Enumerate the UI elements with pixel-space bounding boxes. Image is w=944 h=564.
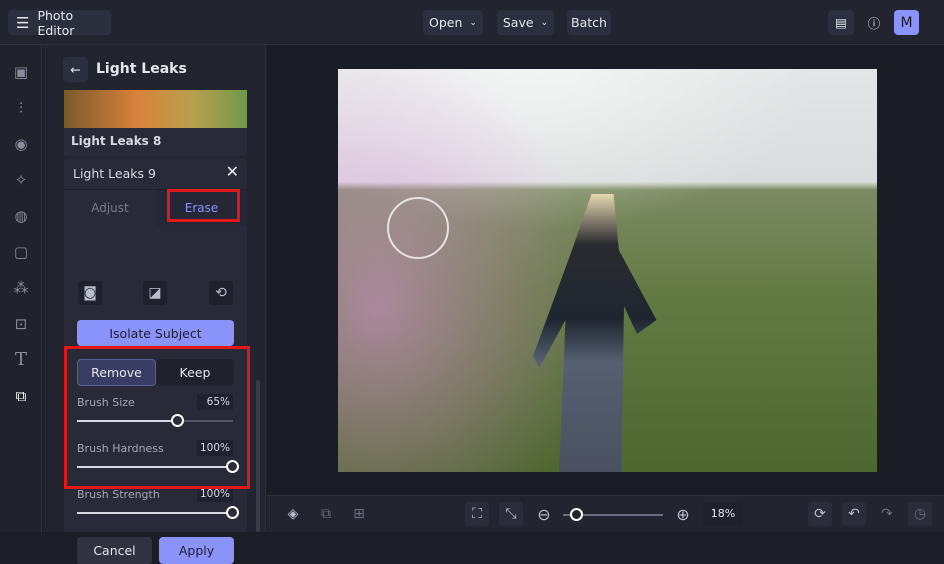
brush-cursor bbox=[387, 197, 449, 259]
app-title: Photo Editor bbox=[37, 7, 75, 38]
subject-icon[interactable]: ◙ bbox=[78, 281, 102, 305]
tool-rail: ▣ ⫶ ◉ ✧ ◍ ▢ ⁂ ⊡ T ⧉ bbox=[0, 45, 42, 532]
redo-icon[interactable]: ↷ bbox=[875, 502, 899, 526]
erase-tab-highlight bbox=[167, 189, 240, 222]
top-bar: ☰ Photo Editor Open ⌄ Save ⌄ Batch ▤ ⓘ M bbox=[0, 0, 944, 45]
zoom-in-icon[interactable]: ⊕ bbox=[671, 502, 695, 526]
save-button[interactable]: Save ⌄ bbox=[497, 10, 554, 35]
shapes-icon[interactable]: ⁂ bbox=[11, 278, 31, 298]
bottom-toolbar: ◈ ⧉ ⊞ ⛶ ⤡ ⊖ ⊕ 18% ⟳ ↶ ↷ ◷ bbox=[267, 495, 944, 532]
panel-scrollbar[interactable] bbox=[256, 380, 260, 532]
tab-adjust[interactable]: Adjust bbox=[64, 190, 156, 226]
zoom-level[interactable]: 18% bbox=[703, 503, 743, 525]
light-leaks-8-thumbnail[interactable] bbox=[64, 90, 247, 128]
rotate-icon[interactable]: ⟳ bbox=[808, 502, 832, 526]
batch-button[interactable]: Batch bbox=[567, 10, 611, 35]
effects-sparkle-icon[interactable]: ✧ bbox=[11, 170, 31, 190]
isolate-subject-button[interactable]: Isolate Subject bbox=[77, 320, 234, 346]
chevron-down-icon: ⌄ bbox=[469, 17, 477, 28]
history-icon[interactable]: ◷ bbox=[908, 502, 932, 526]
chevron-down-icon: ⌄ bbox=[540, 17, 549, 28]
layers-icon[interactable]: ◈ bbox=[281, 502, 305, 526]
back-button[interactable]: ← bbox=[63, 57, 88, 82]
help-icon[interactable]: ⓘ bbox=[861, 10, 887, 35]
grid-icon[interactable]: ⊞ bbox=[347, 502, 371, 526]
reset-icon[interactable]: ⟲ bbox=[209, 281, 233, 305]
panel-title: Light Leaks bbox=[96, 61, 187, 77]
adjust-sliders-icon[interactable]: ⫶ bbox=[11, 98, 31, 118]
photo-canvas[interactable] bbox=[338, 69, 877, 472]
avatar[interactable]: M bbox=[894, 10, 919, 35]
hamburger-icon: ☰ bbox=[16, 13, 30, 32]
overlay-icon[interactable]: ⧉ bbox=[11, 386, 31, 406]
card-title: Light Leaks 9 bbox=[73, 166, 156, 181]
open-button[interactable]: Open ⌄ bbox=[423, 10, 483, 35]
image-icon[interactable]: ▣ bbox=[11, 62, 31, 82]
fit-screen-icon[interactable]: ⛶ bbox=[465, 502, 489, 526]
menu-button[interactable]: ☰ Photo Editor bbox=[8, 7, 111, 38]
close-icon[interactable]: ✕ bbox=[226, 162, 239, 181]
erase-background-icon[interactable]: ◪ bbox=[143, 281, 167, 305]
eye-icon[interactable]: ◉ bbox=[11, 134, 31, 154]
undo-icon[interactable]: ↶ bbox=[842, 502, 866, 526]
cancel-button[interactable]: Cancel bbox=[77, 537, 152, 564]
brush-settings-highlight bbox=[64, 346, 250, 489]
brush-slider[interactable] bbox=[77, 506, 239, 519]
feedback-icon[interactable]: ▤ bbox=[828, 10, 854, 35]
zoom-out-icon[interactable]: ⊖ bbox=[532, 502, 556, 526]
apply-button[interactable]: Apply bbox=[159, 537, 234, 564]
light-leaks-8-label[interactable]: Light Leaks 8 bbox=[64, 128, 247, 156]
zoom-slider[interactable] bbox=[563, 508, 663, 521]
duplicate-icon[interactable]: ⧉ bbox=[314, 502, 338, 526]
texture-icon[interactable]: ⊡ bbox=[11, 314, 31, 334]
text-icon[interactable]: T bbox=[11, 350, 31, 370]
frame-icon[interactable]: ▢ bbox=[11, 242, 31, 262]
slider-label: Brush Strength bbox=[77, 488, 160, 501]
zoom-slider-knob[interactable] bbox=[570, 508, 583, 521]
palette-icon[interactable]: ◍ bbox=[11, 206, 31, 226]
slider-knob[interactable] bbox=[226, 506, 239, 519]
shrink-icon[interactable]: ⤡ bbox=[499, 502, 523, 526]
